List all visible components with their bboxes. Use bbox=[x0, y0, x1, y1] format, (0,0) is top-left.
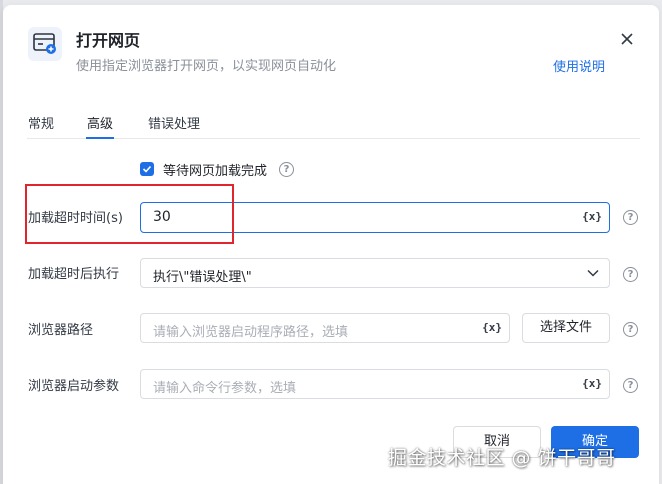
browser-path-input[interactable]: 请输入浏览器启动程序路径，选填 {x} bbox=[140, 313, 510, 343]
after-timeout-select[interactable]: 执行\"错误处理\" bbox=[140, 258, 610, 288]
variable-icon[interactable]: {x} bbox=[582, 210, 602, 223]
launch-params-label: 浏览器启动参数 bbox=[28, 379, 120, 394]
wait-load-checkbox[interactable] bbox=[140, 162, 154, 176]
tab-bar: 常规 高级 错误处理 bbox=[27, 109, 640, 139]
open-webpage-dialog: 打开网页 使用指定浏览器打开网页，以实现网页自动化 使用说明 常规 高级 错误处… bbox=[3, 5, 659, 484]
after-timeout-value: 执行\"错误处理\" bbox=[153, 270, 252, 285]
help-link[interactable]: 使用说明 bbox=[553, 56, 605, 75]
timeout-label: 加载超时时间(s) bbox=[28, 211, 123, 226]
question-icon[interactable]: ? bbox=[623, 210, 638, 225]
wait-load-label: 等待网页加载完成 bbox=[163, 163, 268, 179]
question-icon[interactable]: ? bbox=[279, 161, 295, 177]
after-timeout-label: 加载超时后执行 bbox=[28, 267, 120, 282]
tab-advanced[interactable]: 高级 bbox=[87, 113, 113, 132]
dialog-subtitle: 使用指定浏览器打开网页，以实现网页自动化 bbox=[76, 59, 337, 74]
active-tab-indicator bbox=[86, 137, 114, 139]
timeout-input[interactable]: 30 {x} bbox=[140, 202, 610, 233]
browser-path-placeholder: 请输入浏览器启动程序路径，选填 bbox=[153, 325, 349, 340]
tab-error-handling[interactable]: 错误处理 bbox=[148, 113, 200, 132]
question-icon[interactable]: ? bbox=[623, 322, 638, 337]
dialog-title: 打开网页 bbox=[76, 31, 141, 50]
browser-window-icon bbox=[28, 27, 62, 61]
variable-icon[interactable]: {x} bbox=[482, 321, 502, 334]
select-file-button[interactable]: 选择文件 bbox=[522, 313, 610, 343]
close-icon[interactable] bbox=[619, 31, 635, 47]
watermark: 掘金技术社区 @ 饼干哥哥 bbox=[388, 447, 616, 469]
timeout-value: 30 bbox=[153, 209, 171, 225]
tab-general[interactable]: 常规 bbox=[28, 113, 54, 132]
launch-params-placeholder: 请输入命令行参数，选填 bbox=[153, 381, 297, 396]
wait-load-row: 等待网页加载完成 ? bbox=[140, 160, 295, 179]
question-icon[interactable]: ? bbox=[623, 378, 638, 393]
browser-path-label: 浏览器路径 bbox=[28, 323, 94, 338]
launch-params-input[interactable]: 请输入命令行参数，选填 {x} bbox=[140, 369, 610, 399]
chevron-down-icon bbox=[587, 269, 599, 277]
variable-icon[interactable]: {x} bbox=[582, 377, 602, 390]
question-icon[interactable]: ? bbox=[623, 267, 638, 282]
